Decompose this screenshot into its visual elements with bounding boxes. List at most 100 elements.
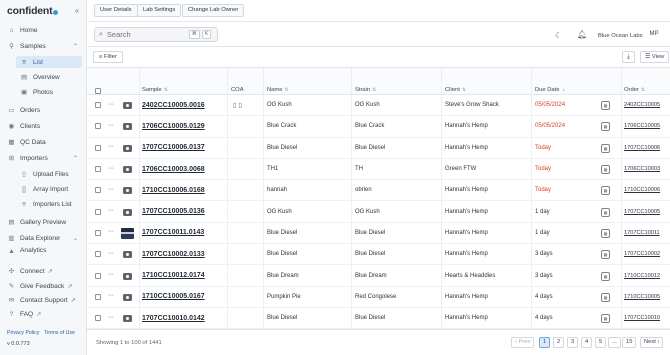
collapse-sidebar-icon[interactable]: «: [72, 6, 82, 16]
camera-icon[interactable]: [123, 187, 132, 195]
row-actions-icon[interactable]: ···: [108, 271, 114, 278]
row-checkbox[interactable]: [95, 102, 101, 109]
calendar-icon[interactable]: ▦: [601, 207, 610, 217]
order-id-link[interactable]: 1706CC10003: [624, 166, 660, 172]
search-input[interactable]: [106, 30, 187, 39]
calendar-icon[interactable]: ▦: [601, 101, 610, 111]
calendar-icon[interactable]: ▦: [601, 292, 610, 302]
sample-id-link[interactable]: 2402CC10005.0016: [142, 102, 205, 109]
page-button[interactable]: 15: [622, 337, 637, 348]
table-row[interactable]: ··· 1707CC10006.0137 Blue Diesel Blue Diese…: [87, 138, 670, 159]
privacy-policy-link[interactable]: Privacy Policy: [7, 330, 39, 336]
sample-id-link[interactable]: 1706CC10005.0129: [142, 123, 205, 130]
sidebar-item-orders[interactable]: ▭ Orders: [0, 104, 86, 116]
page-button[interactable]: 2: [553, 337, 565, 348]
table-row[interactable]: ··· 1710CC10006.0168 hannah obrien Hannah's …: [87, 180, 670, 202]
calendar-icon[interactable]: ▦: [601, 228, 610, 238]
lab-name[interactable]: Blue Ocean Labs: [598, 33, 642, 39]
sidebar-sub-photos[interactable]: ▣ Photos: [16, 86, 82, 98]
column-header-sample[interactable]: Sample ⇅: [142, 87, 168, 93]
user-details-button[interactable]: User Details: [94, 4, 138, 17]
order-id-link[interactable]: 1707CC10010: [624, 315, 660, 321]
row-actions-icon[interactable]: ···: [108, 292, 114, 299]
sidebar-item-home[interactable]: ⌂ Home: [0, 24, 86, 36]
sample-id-link[interactable]: 1710CC10012.0174: [142, 272, 205, 279]
row-actions-icon[interactable]: ···: [108, 314, 114, 321]
sidebar-sub-overview[interactable]: ▤ Overview: [16, 71, 82, 83]
lab-settings-button[interactable]: Lab Settings: [137, 4, 182, 17]
order-id-link[interactable]: 1707CC10011: [624, 230, 660, 236]
row-actions-icon[interactable]: ···: [108, 250, 114, 257]
next-page-button[interactable]: Next ›: [640, 337, 664, 348]
row-actions-icon[interactable]: ···: [108, 186, 114, 193]
notification-bell-icon[interactable]: 🔔︎: [577, 30, 587, 39]
sample-photo-thumbnail[interactable]: [121, 227, 134, 239]
sidebar-item-qc-data[interactable]: ▦ QC Data: [0, 136, 86, 148]
sidebar-sub-array-import[interactable]: [] Array Import: [16, 183, 82, 195]
camera-icon[interactable]: [123, 208, 132, 216]
calendar-icon[interactable]: ▦: [601, 143, 610, 153]
page-button[interactable]: 1: [539, 337, 551, 348]
camera-icon[interactable]: [123, 144, 132, 152]
sample-id-link[interactable]: 1710CC10005.0167: [142, 293, 205, 300]
sidebar-item-samples[interactable]: ⚲ Samples ⌃: [0, 40, 86, 52]
table-row[interactable]: ··· 1706CC10005.0129 Blue Crack Blue Crack H…: [87, 116, 670, 138]
column-header-name[interactable]: Name ⇅: [267, 87, 289, 93]
row-actions-icon[interactable]: ···: [108, 122, 114, 129]
row-checkbox[interactable]: [95, 229, 101, 236]
change-lab-owner-button[interactable]: Change Lab Owner: [182, 4, 245, 17]
camera-icon[interactable]: [123, 272, 132, 280]
order-id-link[interactable]: 1706CC10005: [624, 123, 660, 129]
calendar-icon[interactable]: ▦: [601, 271, 610, 281]
filter-button[interactable]: ≡ Filter: [93, 51, 123, 63]
sample-id-link[interactable]: 1707CC10002.0133: [142, 251, 205, 258]
column-header-client[interactable]: Client ⇅: [445, 87, 466, 93]
table-row[interactable]: ··· 1710CC10005.0167 Pumpkin Pie Red Congol…: [87, 287, 670, 308]
sample-id-link[interactable]: 1706CC10003.0068: [142, 166, 205, 173]
camera-icon[interactable]: [123, 166, 132, 174]
sample-id-link[interactable]: 1707CC10010.0142: [142, 315, 205, 322]
sidebar-item-faq[interactable]: ? FAQ ↗: [0, 308, 86, 320]
table-row[interactable]: ··· 1706CC10003.0068 TH1 TH Green FTW Today ▦ 1…: [87, 159, 670, 181]
prev-page-button[interactable]: ‹ Prev: [511, 337, 535, 348]
calendar-icon[interactable]: ▦: [601, 250, 610, 260]
download-button[interactable]: ⤓: [622, 51, 635, 63]
sidebar-item-clients[interactable]: ◉ Clients: [0, 120, 86, 132]
row-checkbox[interactable]: [95, 293, 101, 300]
page-button[interactable]: 3: [567, 337, 579, 348]
coa-document-icon[interactable]: ▯ ▯: [233, 101, 242, 109]
row-checkbox[interactable]: [95, 315, 101, 322]
row-actions-icon[interactable]: ···: [108, 143, 114, 150]
camera-icon[interactable]: [123, 293, 132, 301]
sidebar-item-give-feedback[interactable]: ✎ Give Feedback ↗: [0, 280, 86, 292]
row-actions-icon[interactable]: ···: [108, 228, 114, 235]
calendar-icon[interactable]: ▦: [601, 122, 610, 132]
order-id-link[interactable]: 1710CC10006: [624, 187, 660, 193]
order-id-link[interactable]: 1707CC10006: [624, 145, 660, 151]
table-row[interactable]: ··· 1710CC10012.0174 Blue Dream Blue Dream H…: [87, 265, 670, 287]
table-row[interactable]: ··· 1707CC10010.0142 Blue Diesel Blue Diese…: [87, 308, 670, 329]
row-checkbox[interactable]: [95, 187, 101, 194]
table-row[interactable]: ··· 2402CC10005.0016 ▯ ▯ OG Kush OG Kush Stev…: [87, 95, 670, 117]
avatar[interactable]: MP: [646, 31, 662, 42]
sidebar-item-gallery-preview[interactable]: ▤ Gallery Preview: [0, 216, 86, 228]
sidebar-item-connect[interactable]: ✣ Connect ↗: [0, 265, 86, 277]
sidebar-item-contact-support[interactable]: ✉ Contact Support ↗: [0, 294, 86, 306]
order-id-link[interactable]: 2402CC10005: [624, 102, 660, 108]
order-id-link[interactable]: 1707CC10005: [624, 209, 660, 215]
logo[interactable]: confident: [7, 4, 59, 18]
sample-id-link[interactable]: 1710CC10006.0168: [142, 187, 205, 194]
column-header-due-date[interactable]: Due Date ⇣: [535, 87, 566, 93]
row-actions-icon[interactable]: ···: [108, 101, 114, 108]
calendar-icon[interactable]: ▦: [601, 314, 610, 324]
row-checkbox[interactable]: [95, 144, 101, 151]
sample-id-link[interactable]: 1707CC10005.0136: [142, 208, 205, 215]
page-button[interactable]: 4: [581, 337, 593, 348]
table-row[interactable]: ··· 1707CC10011.0143 Blue Diesel Blue Diese…: [87, 223, 670, 245]
dark-mode-icon[interactable]: ☾: [555, 31, 562, 40]
column-header-order[interactable]: Order ⇅: [624, 87, 645, 93]
table-row[interactable]: ··· 1707CC10002.0133 Blue Diesel Blue Diese…: [87, 244, 670, 266]
row-checkbox[interactable]: [95, 166, 101, 173]
sample-id-link[interactable]: 1707CC10011.0143: [142, 229, 204, 236]
camera-icon[interactable]: [123, 102, 132, 110]
